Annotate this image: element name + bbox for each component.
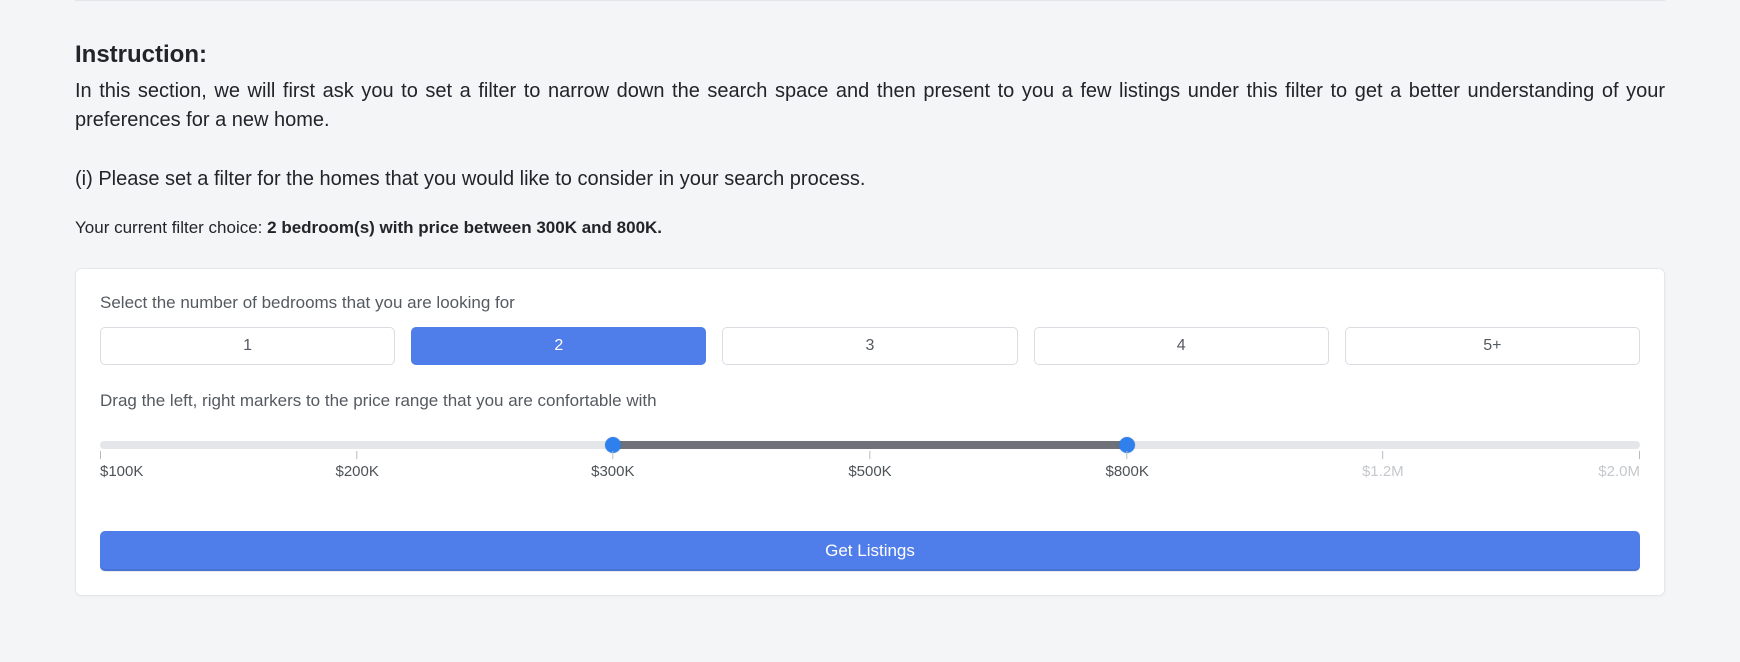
current-filter-value: 2 bedroom(s) with price between 300K and… xyxy=(267,218,662,237)
bedroom-option-4[interactable]: 4 xyxy=(1034,327,1329,365)
price-tick-mark xyxy=(1382,451,1383,459)
price-tick: $300K xyxy=(591,449,634,480)
instruction-body: In this section, we will first ask you t… xyxy=(75,77,1665,135)
price-tick-label: $800K xyxy=(1105,463,1148,480)
substep-prompt: (i) Please set a filter for the homes th… xyxy=(75,165,1665,194)
bedroom-option-1[interactable]: 1 xyxy=(100,327,395,365)
price-slider-ticks: $100K $200K $300K $500K $800K $1.2M $2.0M xyxy=(100,449,1640,481)
bedroom-option-5plus[interactable]: 5+ xyxy=(1345,327,1640,365)
bedrooms-option-row: 1234 5+ xyxy=(100,327,1640,365)
price-label: Drag the left, right markers to the pric… xyxy=(100,391,1640,411)
price-tick-mark xyxy=(612,451,613,459)
price-tick: $200K xyxy=(335,449,378,480)
current-filter-prefix: Your current filter choice: xyxy=(75,218,267,237)
bedroom-option-3[interactable]: 3 xyxy=(722,327,1017,365)
price-tick-label: $2.0M xyxy=(1598,463,1640,480)
price-tick: $800K xyxy=(1105,449,1148,480)
bedroom-option-2[interactable]: 2 xyxy=(411,327,706,365)
price-tick-mark xyxy=(1127,451,1128,459)
price-tick: $2.0M xyxy=(1598,449,1640,480)
filter-card: Select the number of bedrooms that you a… xyxy=(75,268,1665,596)
price-tick: $500K xyxy=(848,449,891,480)
bedrooms-label: Select the number of bedrooms that you a… xyxy=(100,293,1640,313)
price-tick-mark xyxy=(100,451,101,459)
top-divider xyxy=(75,0,1665,1)
price-tick: $1.2M xyxy=(1362,449,1404,480)
instruction-heading: Instruction: xyxy=(75,41,1665,69)
price-tick-label: $100K xyxy=(100,463,143,480)
price-tick: $100K xyxy=(100,449,143,480)
price-tick-mark xyxy=(1639,451,1640,459)
price-slider[interactable]: $100K $200K $300K $500K $800K $1.2M $2.0M xyxy=(100,441,1640,481)
price-tick-label: $1.2M xyxy=(1362,463,1404,480)
price-slider-fill xyxy=(613,441,1127,449)
current-filter-choice: Your current filter choice: 2 bedroom(s)… xyxy=(75,218,1665,238)
price-tick-label: $500K xyxy=(848,463,891,480)
price-tick-mark xyxy=(357,451,358,459)
price-tick-mark xyxy=(870,451,871,459)
get-listings-button[interactable]: Get Listings xyxy=(100,531,1640,571)
price-tick-label: $200K xyxy=(335,463,378,480)
price-tick-label: $300K xyxy=(591,463,634,480)
